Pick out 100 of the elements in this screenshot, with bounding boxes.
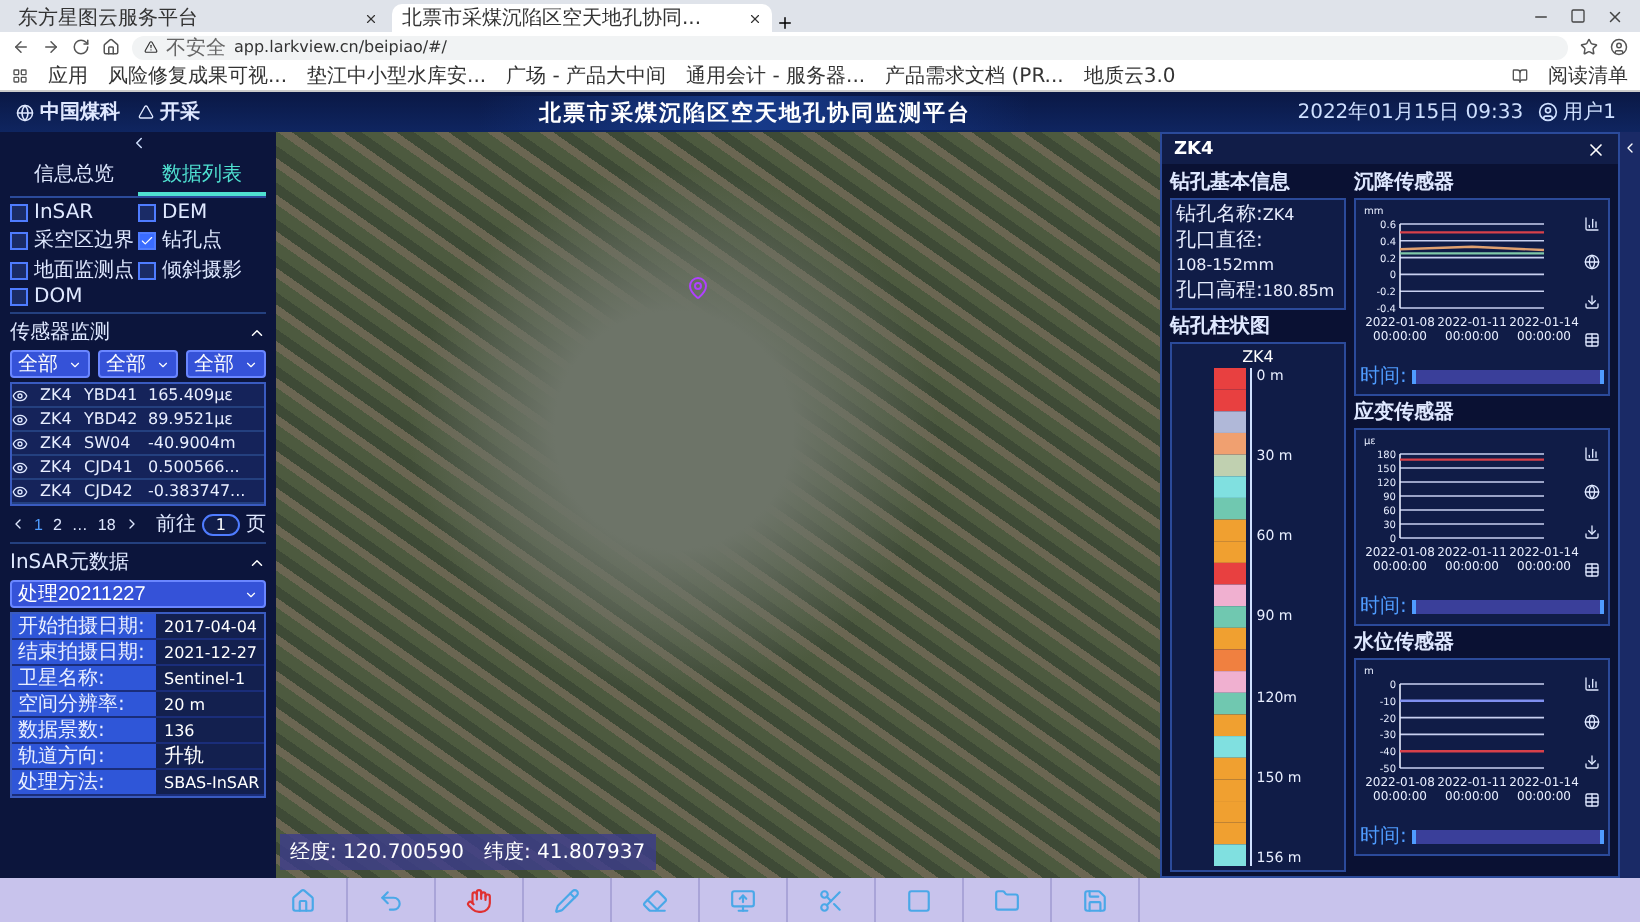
user-name[interactable]: 用户1	[1563, 98, 1616, 126]
download-icon[interactable]	[1584, 523, 1600, 540]
data-line	[1400, 231, 1544, 234]
checkbox[interactable]	[138, 204, 156, 222]
profile-icon[interactable]	[1610, 38, 1628, 56]
checkbox[interactable]	[138, 231, 156, 249]
eye-icon[interactable]	[12, 435, 28, 451]
table-cell: 136	[156, 718, 264, 744]
table-cell-text: 0.500566...	[148, 458, 242, 476]
checkbox-label[interactable]: DEM	[162, 202, 208, 224]
book-icon[interactable]	[1512, 68, 1528, 84]
table-cell: 20 m	[156, 692, 264, 718]
close-button[interactable]	[1586, 139, 1606, 159]
security-label: 不安全	[166, 35, 226, 61]
globe-icon[interactable]	[1584, 484, 1600, 501]
page-input[interactable]: 1	[201, 513, 240, 535]
checkbox-label[interactable]: DOM	[34, 286, 83, 308]
checkbox[interactable]	[138, 261, 156, 279]
filter-dropdown[interactable]: 全部	[10, 350, 90, 378]
bookmark-link[interactable]: 通用会计 - 服务器...	[686, 62, 866, 90]
checkbox[interactable]	[10, 288, 28, 306]
tab-title: 东方星图云服务平台	[18, 5, 198, 32]
panel-title: ZK4	[1174, 139, 1214, 159]
checkbox-label[interactable]: 采空区边界	[34, 226, 134, 254]
table-cell-text: ZK4	[40, 434, 74, 452]
eye-icon[interactable]	[12, 483, 28, 499]
table-cell-text: SW04	[84, 434, 133, 452]
table-cell: 升轨	[156, 744, 264, 770]
url-text: app.larkview.cn/beipiao/#/	[234, 38, 447, 56]
bar-chart-icon[interactable]	[1584, 215, 1600, 232]
new-tab-icon[interactable]	[776, 14, 794, 32]
bar-chart-icon[interactable]	[1584, 445, 1600, 462]
data-line	[1400, 699, 1544, 702]
bookmark-link[interactable]: 地质云3.0	[1083, 62, 1176, 90]
globe-icon[interactable]	[1584, 254, 1600, 271]
checkbox[interactable]	[10, 261, 28, 279]
bar-chart-icon[interactable]	[1584, 675, 1600, 692]
browser-tab[interactable]: 东方星图云服务平台	[8, 4, 388, 32]
bookmark-link[interactable]: 垫江中小型水库安...	[307, 62, 487, 90]
longitude-text: 经度: 120.700590	[290, 839, 464, 866]
star-icon[interactable]	[1580, 38, 1598, 56]
checkbox-label[interactable]: 倾斜摄影	[162, 256, 242, 284]
panel-tab[interactable]: 数据列表	[138, 156, 266, 196]
table-cell: 卫星名称:	[12, 666, 156, 692]
back-icon[interactable]	[12, 38, 30, 56]
eye-icon[interactable]	[12, 411, 28, 427]
table-icon[interactable]	[1584, 332, 1600, 349]
date-time: 2022年01月15日 09:33	[1297, 100, 1524, 126]
table-icon[interactable]	[1584, 792, 1600, 809]
browser-tab[interactable]: 北票市采煤沉陷区空天地孔协同...	[392, 4, 772, 32]
address-bar[interactable]: 不安全 app.larkview.cn/beipiao/#/	[132, 35, 1568, 59]
eye-icon[interactable]	[12, 459, 28, 475]
close-icon[interactable]	[1606, 7, 1624, 25]
reading-list-link[interactable]: 阅读清单	[1548, 62, 1628, 90]
checkbox-label[interactable]: InSAR	[34, 202, 94, 224]
filter-dropdown[interactable]: 全部	[98, 350, 178, 378]
checkbox[interactable]	[10, 204, 28, 222]
table-icon[interactable]	[1584, 562, 1600, 579]
bookmark-link[interactable]: 广场 - 产品大中间	[506, 62, 667, 90]
page-link[interactable]: …	[69, 515, 90, 533]
time-range-slider[interactable]	[1412, 599, 1604, 613]
download-icon[interactable]	[1584, 293, 1600, 310]
checkbox-label[interactable]: 地面监测点	[34, 256, 134, 284]
bookmark-link[interactable]: 应用	[48, 62, 88, 90]
close-icon[interactable]	[748, 11, 762, 25]
table-cell: Sentinel-1	[156, 666, 264, 692]
page-link[interactable]: 2	[50, 515, 64, 533]
close-icon	[1586, 139, 1606, 159]
logo-text: 中国煤科	[40, 99, 120, 126]
home-icon[interactable]	[102, 38, 120, 56]
time-label: 时间:	[1360, 593, 1407, 620]
close-icon[interactable]	[364, 11, 378, 25]
apps-icon[interactable]	[12, 68, 28, 84]
logo-text: 开采	[160, 99, 200, 126]
checkbox[interactable]	[10, 231, 28, 249]
table-cell: 结束拍摄日期:	[12, 640, 156, 666]
filter-dropdown[interactable]: 全部	[186, 350, 266, 378]
forward-icon[interactable]	[42, 38, 60, 56]
dataset-dropdown[interactable]: 处理20211227	[10, 580, 266, 608]
tab-title: 北票市采煤沉陷区空天地孔协同...	[402, 5, 702, 32]
checkbox-label[interactable]: 钻孔点	[162, 226, 222, 254]
eye-icon[interactable]	[12, 387, 28, 403]
caret-icon	[68, 357, 82, 371]
table-cell-text: CJD42	[84, 482, 135, 500]
chart-title: 水位传感器	[1354, 629, 1456, 656]
page-link[interactable]: 1	[32, 515, 45, 533]
bookmark-link[interactable]: 产品需求文档 (PR...	[885, 62, 1064, 90]
prev-page-icon[interactable]	[10, 516, 26, 532]
download-icon[interactable]	[1584, 753, 1600, 770]
page-unit: 页	[246, 512, 266, 538]
caret-icon	[244, 357, 258, 371]
page-link[interactable]: 18	[95, 515, 118, 533]
time-range-slider[interactable]	[1412, 369, 1604, 383]
reload-icon[interactable]	[72, 38, 90, 56]
table-cell: 2017-04-04	[156, 614, 264, 640]
bookmark-link[interactable]: 风险修复成果可视...	[108, 62, 288, 90]
panel-tab[interactable]: 信息总览	[10, 156, 138, 196]
globe-icon[interactable]	[1584, 714, 1600, 731]
maximize-icon[interactable]	[1570, 7, 1586, 23]
time-range-slider[interactable]	[1412, 829, 1604, 843]
